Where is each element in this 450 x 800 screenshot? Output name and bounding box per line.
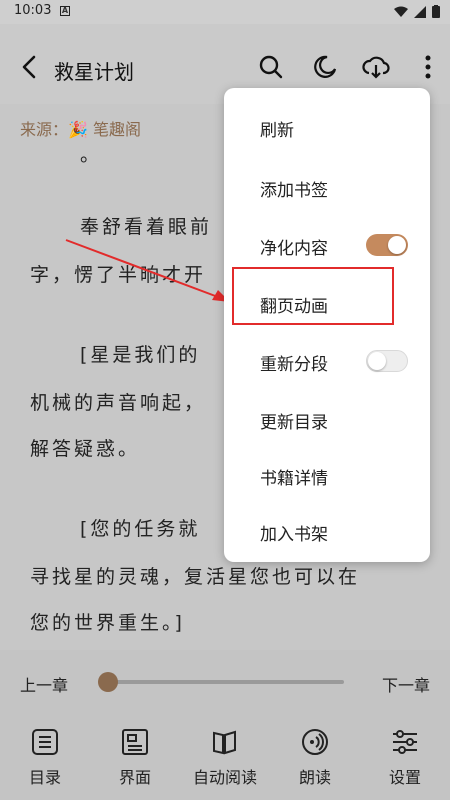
nav-label: 界面 xyxy=(118,768,151,787)
more-vertical-icon[interactable] xyxy=(424,54,432,80)
annotation-arrow xyxy=(65,239,230,302)
chapter-bar: 上一章 下一章 xyxy=(0,650,450,710)
text-line: 寻找星的灵魂，复活星您也可以在 xyxy=(30,566,361,588)
status-bar: 10:03 A xyxy=(0,0,450,24)
text-line: 解答疑惑。 xyxy=(30,438,141,460)
nav-interface[interactable]: 界面 xyxy=(90,728,180,788)
nav-label: 设置 xyxy=(388,768,421,787)
wifi-icon xyxy=(394,6,408,17)
text-line: [您的任务就 xyxy=(80,518,201,540)
prev-chapter-button[interactable]: 上一章 xyxy=(20,672,68,696)
nav-auto-read[interactable]: 自动阅读 xyxy=(180,728,270,788)
source-label[interactable]: 来源：🎉 笔趣阁 xyxy=(20,116,141,140)
menu-item-add-to-shelf[interactable]: 加入书架 xyxy=(260,520,328,545)
book-icon xyxy=(213,730,236,755)
purify-content-toggle[interactable] xyxy=(366,234,408,256)
chapter-progress-slider[interactable] xyxy=(108,680,344,684)
back-arrow-icon[interactable] xyxy=(18,54,40,80)
book-title: 救星计划 xyxy=(54,60,134,84)
nav-settings[interactable]: 设置 xyxy=(360,728,450,788)
next-chapter-button[interactable]: 下一章 xyxy=(382,672,430,696)
battery-icon xyxy=(432,5,440,18)
text-line: 机械的声音响起， xyxy=(30,392,207,414)
text-line: 您的世界重生。] xyxy=(30,612,185,634)
night-mode-icon[interactable] xyxy=(312,54,338,80)
nav-label: 自动阅读 xyxy=(192,768,257,787)
menu-item-refresh[interactable]: 刷新 xyxy=(260,116,294,141)
menu-item-add-bookmark[interactable]: 添加书签 xyxy=(260,176,328,201)
notification-icon: A xyxy=(60,6,70,16)
status-time: 10:03 xyxy=(14,3,52,18)
text-line: [星是我们的 xyxy=(80,344,201,366)
menu-item-book-details[interactable]: 书籍详情 xyxy=(260,464,328,489)
menu-item-update-toc[interactable]: 更新目录 xyxy=(260,408,328,433)
overflow-menu: 刷新 添加书签 净化内容 翻页动画 重新分段 更新目录 书籍详情 加入书架 xyxy=(224,88,430,562)
speaker-icon xyxy=(302,729,328,755)
sliders-icon xyxy=(393,730,417,754)
nav-toc[interactable]: 目录 xyxy=(0,728,90,788)
menu-item-purify-content[interactable]: 净化内容 xyxy=(260,234,328,259)
status-icons xyxy=(394,5,440,18)
slider-thumb[interactable] xyxy=(98,672,118,692)
nav-label: 朗读 xyxy=(298,768,331,787)
bottom-nav: 目录 界面 自动阅读 朗读 设置 xyxy=(0,710,450,800)
resegment-toggle[interactable] xyxy=(366,350,408,372)
toggle-knob xyxy=(388,236,406,254)
signal-icon xyxy=(414,5,426,18)
highlight-box xyxy=(232,267,394,325)
nav-read-aloud[interactable]: 朗读 xyxy=(270,728,360,788)
toggle-knob xyxy=(368,352,386,370)
list-icon xyxy=(32,729,58,755)
text-line: 。 xyxy=(80,144,103,166)
nav-label: 目录 xyxy=(28,768,61,787)
cloud-download-icon[interactable] xyxy=(362,54,390,80)
search-icon[interactable] xyxy=(258,54,284,80)
menu-item-resegment[interactable]: 重新分段 xyxy=(260,350,328,375)
layout-icon xyxy=(122,729,148,755)
